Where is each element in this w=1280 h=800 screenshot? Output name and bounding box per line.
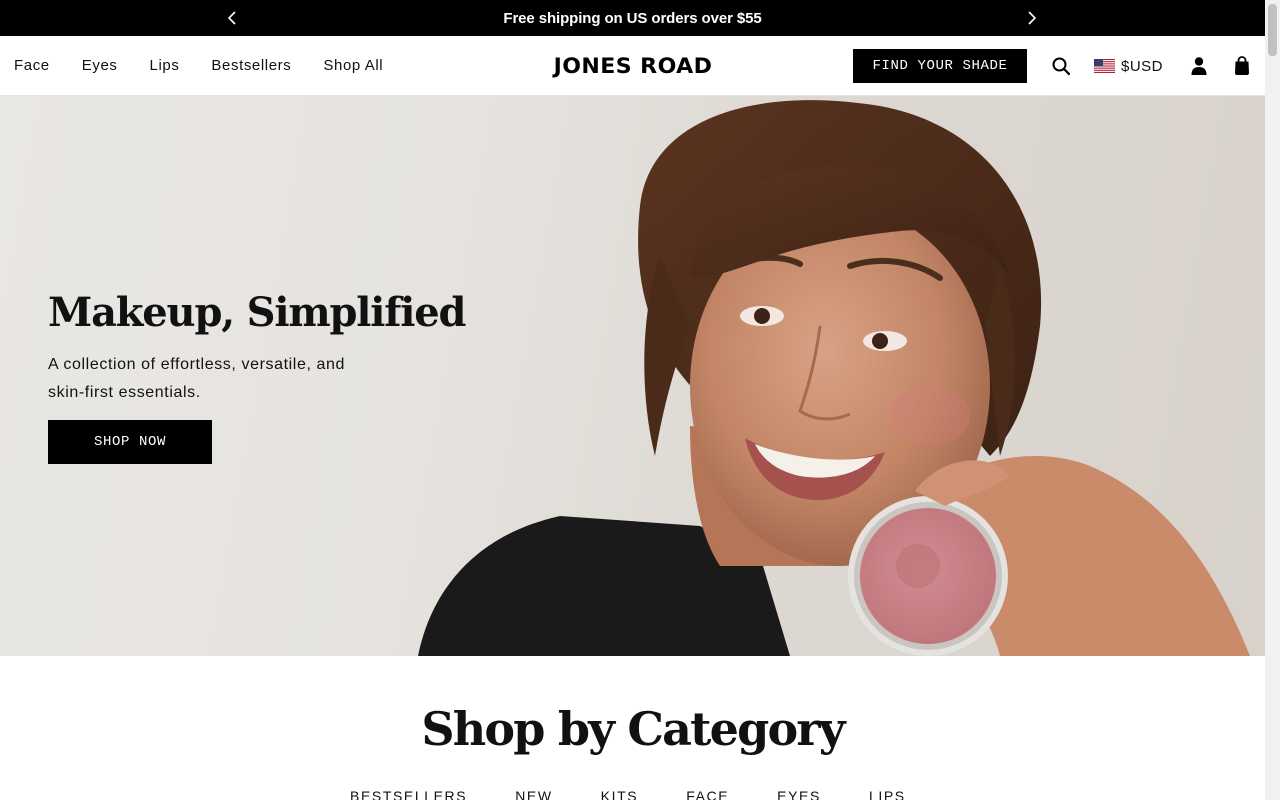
nav-item-shop-all[interactable]: Shop All [323, 57, 383, 74]
hero-subtitle: A collection of effortless, versatile, a… [48, 356, 346, 401]
shop-now-button[interactable]: SHOP NOW [48, 420, 212, 464]
find-your-shade-button[interactable]: FIND YOUR SHADE [853, 49, 1027, 83]
chevron-right-icon [1028, 11, 1037, 25]
hero-banner: Makeup, Simplified A collection of effor… [0, 96, 1265, 656]
user-icon [1191, 57, 1207, 75]
main-nav: Face Eyes Lips Bestsellers Shop All [14, 36, 415, 95]
tab-new[interactable]: NEW [515, 788, 552, 800]
search-icon [1052, 57, 1071, 76]
announcement-next-button[interactable] [1013, 0, 1049, 36]
tab-kits[interactable]: KITS [601, 788, 639, 800]
tab-face[interactable]: FACE [686, 788, 729, 800]
announcement-text: Free shipping on US orders over $55 [503, 9, 762, 27]
site-logo[interactable]: JONES ROAD [532, 53, 734, 79]
page-scrollbar[interactable] [1265, 0, 1280, 800]
cart-button[interactable] [1230, 54, 1254, 78]
category-tabs: BESTSELLERS NEW KITS FACE EYES LIPS [350, 788, 954, 800]
hero-title: Makeup, Simplified [48, 289, 466, 336]
announcement-bar: Free shipping on US orders over $55 [0, 0, 1265, 36]
bag-icon [1235, 56, 1249, 75]
tab-lips[interactable]: LIPS [869, 788, 906, 800]
nav-item-eyes[interactable]: Eyes [82, 57, 118, 74]
category-section-title: Shop by Category [421, 702, 845, 756]
tab-bestsellers[interactable]: BESTSELLERS [350, 788, 467, 800]
search-button[interactable] [1049, 54, 1073, 78]
currency-label: $USD [1121, 57, 1164, 75]
tab-eyes[interactable]: EYES [777, 788, 821, 800]
scrollbar-thumb[interactable] [1268, 4, 1277, 56]
nav-item-bestsellers[interactable]: Bestsellers [211, 57, 291, 74]
nav-item-lips[interactable]: Lips [150, 57, 180, 74]
currency-selector[interactable]: $USD [1094, 54, 1163, 78]
chevron-left-icon [227, 11, 236, 25]
announcement-prev-button[interactable] [215, 0, 251, 36]
account-button[interactable] [1187, 54, 1211, 78]
us-flag-icon [1094, 59, 1115, 73]
nav-item-face[interactable]: Face [14, 57, 50, 74]
site-header: Face Eyes Lips Bestsellers Shop All JONE… [0, 36, 1265, 96]
